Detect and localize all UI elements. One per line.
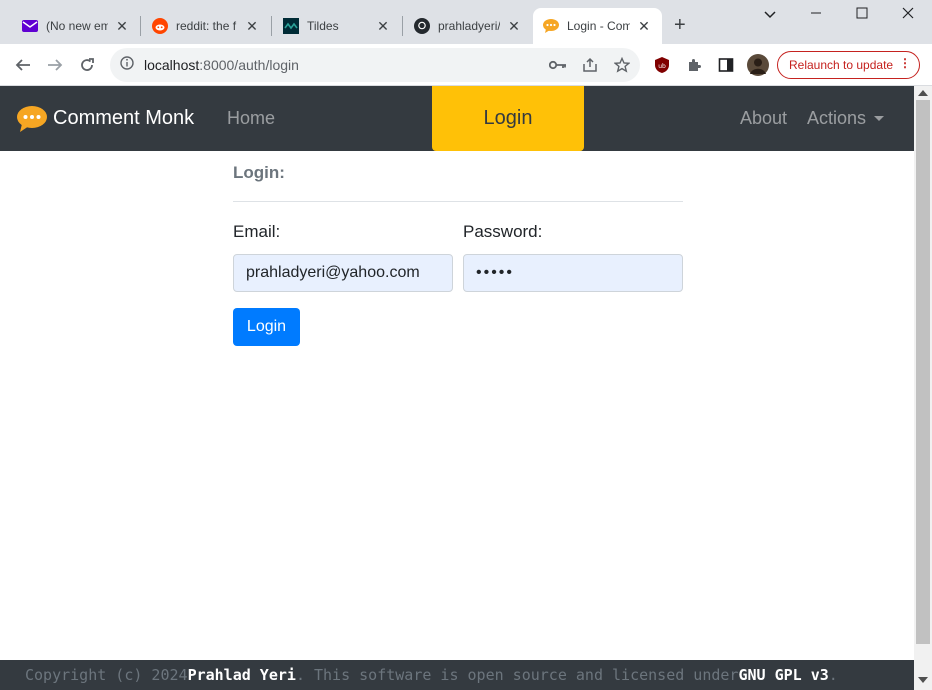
- email-group: Email:: [233, 222, 453, 292]
- brand-link[interactable]: Comment Monk: [17, 86, 194, 151]
- new-tab-button[interactable]: +: [674, 14, 686, 37]
- tildes-icon: [283, 18, 299, 34]
- avatar[interactable]: [747, 54, 769, 76]
- share-icon[interactable]: [579, 54, 601, 76]
- comment-logo-icon: [17, 105, 47, 132]
- tab-title: reddit: the f: [176, 19, 237, 33]
- footer-author-link[interactable]: Prahlad Yeri: [188, 666, 296, 684]
- maximize-icon[interactable]: [852, 6, 872, 22]
- footer-suffix: .: [828, 666, 838, 684]
- more-menu-icon[interactable]: ⋮: [899, 56, 911, 70]
- divider: [233, 201, 683, 202]
- ublock-icon[interactable]: ub: [651, 54, 673, 76]
- url-path: :8000/auth/login: [199, 57, 299, 73]
- site-info-icon[interactable]: [120, 55, 134, 75]
- browser-tab-strip: (No new em ✕ reddit: the f ✕ Tildes ✕ pr…: [0, 0, 932, 44]
- key-icon[interactable]: [547, 54, 569, 76]
- close-window-icon[interactable]: [898, 6, 918, 22]
- footer-prefix: Copyright (c) 2024: [25, 666, 188, 684]
- nav-actions-label: Actions: [807, 108, 867, 128]
- side-panel-icon[interactable]: [715, 54, 737, 76]
- svg-text:ub: ub: [658, 63, 666, 70]
- tab-reddit[interactable]: reddit: the f ✕: [142, 8, 270, 44]
- tab-title: prahladyeri/: [438, 19, 500, 33]
- tab-search-icon[interactable]: [760, 6, 780, 22]
- close-icon[interactable]: ✕: [636, 18, 652, 35]
- tab-github[interactable]: prahladyeri/ ✕: [404, 8, 532, 44]
- footer-license-link[interactable]: GNU GPL v3: [738, 666, 828, 684]
- nav-about[interactable]: About: [740, 86, 787, 151]
- tab-title: Tildes: [307, 19, 339, 33]
- scroll-up-icon[interactable]: [918, 90, 928, 96]
- password-group: Password:: [463, 222, 683, 292]
- close-icon[interactable]: ✕: [244, 18, 260, 35]
- form-row: Email: Password:: [233, 222, 683, 292]
- relaunch-button[interactable]: Relaunch to update ⋮: [777, 51, 920, 79]
- scrollbar-thumb[interactable]: [916, 100, 930, 644]
- scroll-down-icon[interactable]: [918, 677, 928, 683]
- reddit-icon: [152, 18, 168, 34]
- tab-login[interactable]: Login - Com ✕: [533, 8, 662, 44]
- close-icon[interactable]: ✕: [114, 18, 130, 35]
- close-icon[interactable]: ✕: [506, 18, 522, 35]
- minimize-icon[interactable]: [806, 6, 826, 22]
- tab-title: Login - Com: [567, 19, 630, 33]
- url-text: localhost:8000/auth/login: [144, 57, 299, 73]
- tab-title: (No new em: [46, 19, 108, 33]
- comment-icon: [543, 18, 559, 34]
- tab-tildes[interactable]: Tildes ✕: [273, 8, 401, 44]
- form-heading: Login:: [233, 163, 285, 182]
- github-icon: [414, 18, 430, 34]
- password-label: Password:: [463, 222, 543, 241]
- brand-name: Comment Monk: [53, 107, 195, 129]
- reload-icon[interactable]: [76, 54, 98, 76]
- close-icon[interactable]: ✕: [375, 18, 391, 35]
- nav-login[interactable]: Login: [432, 86, 584, 151]
- login-form: Login: Email: Password: Login: [233, 151, 683, 346]
- mail-icon: [22, 18, 38, 34]
- nav-home[interactable]: Home: [227, 86, 275, 151]
- tab-separator: [402, 16, 403, 36]
- email-field[interactable]: [233, 254, 453, 292]
- back-icon[interactable]: [12, 54, 34, 76]
- nav-actions-dropdown[interactable]: Actions: [807, 86, 885, 151]
- login-button[interactable]: Login: [233, 308, 300, 346]
- forward-icon[interactable]: [44, 54, 66, 76]
- caret-down-icon: [874, 116, 885, 121]
- browser-toolbar: localhost:8000/auth/login ub Relaunch to…: [0, 44, 932, 86]
- tab-mail[interactable]: (No new em ✕: [12, 8, 140, 44]
- footer-middle: . This software is open source and licen…: [295, 666, 739, 684]
- tab-separator: [271, 16, 272, 36]
- tab-separator: [140, 16, 141, 36]
- site-footer: Copyright (c) 2024 Prahlad Yeri . This s…: [0, 660, 914, 690]
- bookmark-star-icon[interactable]: [611, 54, 633, 76]
- relaunch-label: Relaunch to update: [789, 58, 894, 72]
- email-label: Email:: [233, 222, 281, 241]
- extensions-icon[interactable]: [683, 54, 705, 76]
- url-host: localhost: [144, 57, 200, 73]
- password-field[interactable]: [463, 254, 683, 292]
